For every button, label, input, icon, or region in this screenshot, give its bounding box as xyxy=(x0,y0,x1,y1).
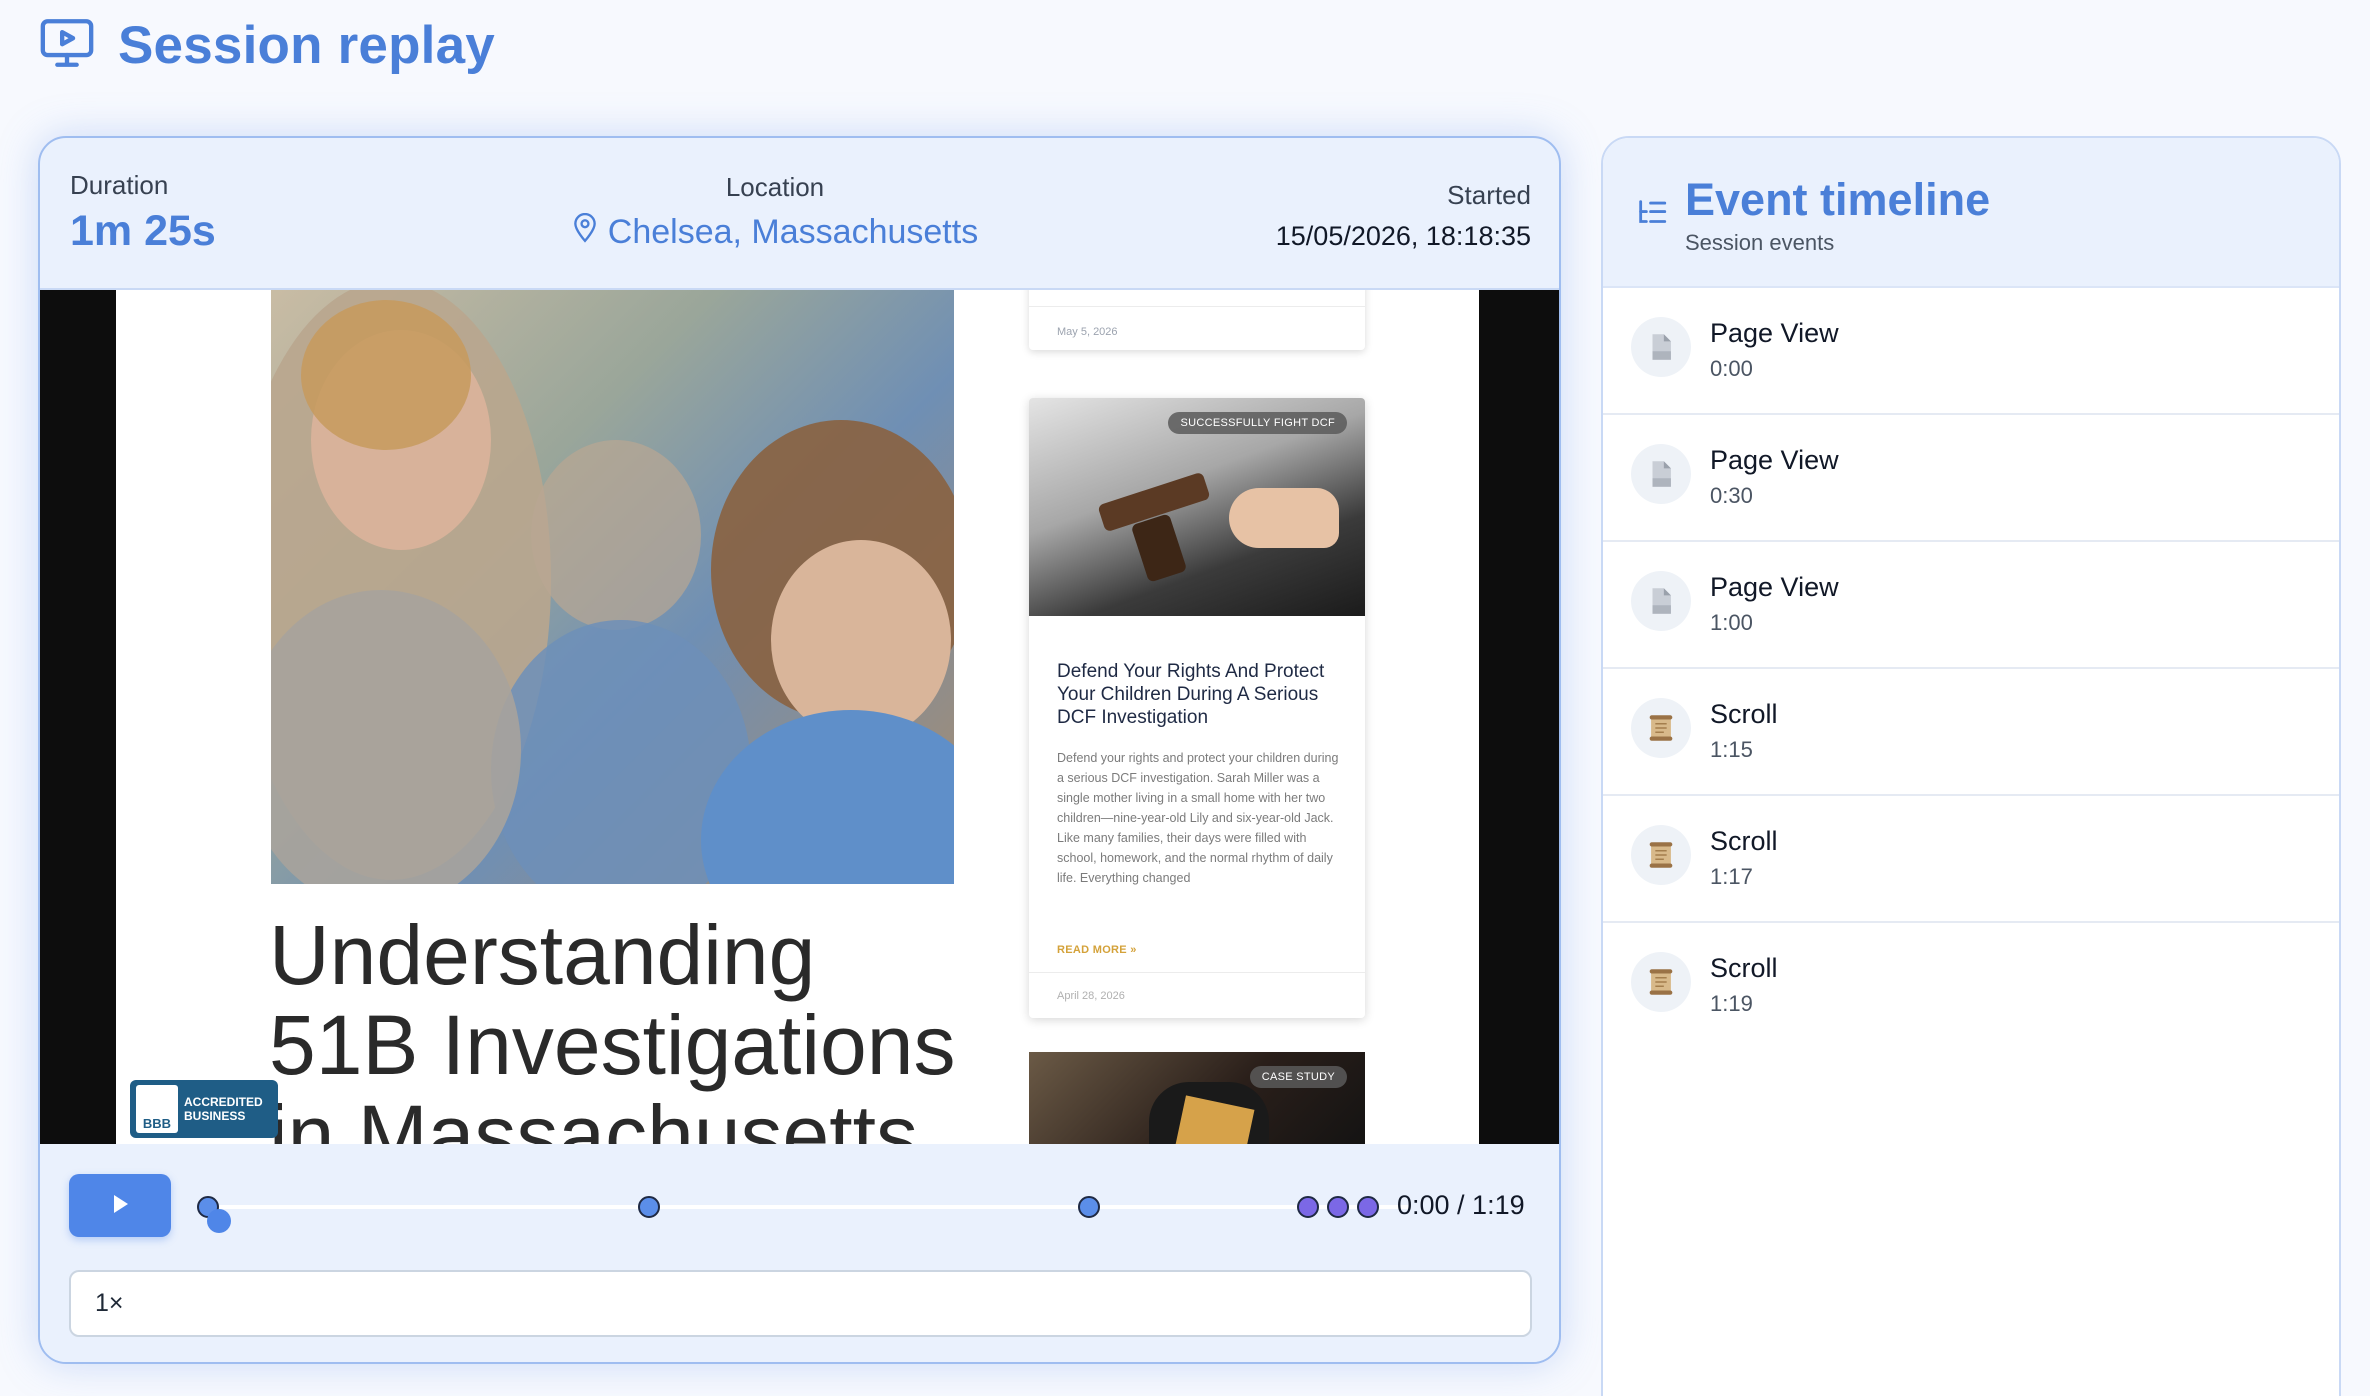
event-time: 1:17 xyxy=(1710,864,1753,889)
page-title: Session replay xyxy=(118,16,495,75)
replay-viewport[interactable]: May 5, 2026 SUCCESSFULLY FIGHT DCF Defen… xyxy=(40,290,1559,1144)
article-image: SUCCESSFULLY FIGHT DCF xyxy=(1029,398,1365,616)
play-icon xyxy=(108,1192,132,1219)
event-type: Scroll xyxy=(1710,826,1778,856)
location-label: Location xyxy=(725,172,825,202)
location-value: Chelsea, Massachusetts xyxy=(607,213,979,251)
event-timeline-subtitle: Session events xyxy=(1685,230,1835,255)
scroll-icon xyxy=(1631,698,1691,758)
case-study-tag: CASE STUDY xyxy=(1249,1066,1347,1088)
player-card: Duration 1m 25s Location Chelsea, Massac… xyxy=(38,136,1561,1364)
page-icon xyxy=(1631,444,1691,504)
started-label: Started xyxy=(1447,180,1531,210)
event-time: 1:00 xyxy=(1710,610,1753,635)
list-tree-icon xyxy=(1635,196,1669,230)
event-timeline-panel: Event timeline Session events Page View 0… xyxy=(1601,136,2341,1396)
hero-photo xyxy=(271,290,954,884)
article-card: SUCCESSFULLY FIGHT DCF Defend Your Right… xyxy=(1029,398,1365,1018)
article-date: May 5, 2026 xyxy=(1057,326,1118,338)
event-type: Scroll xyxy=(1710,699,1778,729)
event-type: Page View xyxy=(1710,318,1839,348)
article-heading: Understanding 51B Investigations in Mass… xyxy=(269,908,956,1144)
playhead[interactable] xyxy=(207,1209,231,1233)
duration-label: Duration xyxy=(70,170,169,200)
article-date: April 28, 2026 xyxy=(1057,990,1125,1002)
location-value-row: Chelsea, Massachusetts xyxy=(550,212,1000,252)
event-marker[interactable] xyxy=(637,1196,660,1218)
article-excerpt: Defend your rights and protect your chil… xyxy=(1057,751,1339,885)
started-block: Started 15/05/2026, 18:18:35 xyxy=(1276,180,1531,252)
event-list: Page View 0:00 Page View 0:30 Page View 1:00 S… xyxy=(1603,288,2339,1050)
event-row[interactable]: Scroll 1:15 xyxy=(1603,669,2339,796)
read-more-link: READ MORE » xyxy=(1057,944,1137,956)
case-study-card: CASE STUDY xyxy=(1029,1052,1365,1144)
page-header: Session replay xyxy=(38,14,495,77)
play-button[interactable] xyxy=(69,1174,171,1237)
timeline-scrubber[interactable] xyxy=(197,1196,1409,1233)
map-pin-icon xyxy=(572,212,598,252)
event-row[interactable]: Page View 0:30 xyxy=(1603,415,2339,542)
playback-speed-select[interactable]: 1× xyxy=(69,1270,1532,1337)
bbb-logo: BBB xyxy=(136,1085,178,1133)
event-marker[interactable] xyxy=(1078,1196,1100,1218)
event-marker[interactable] xyxy=(1357,1196,1379,1218)
event-time: 1:15 xyxy=(1710,737,1753,762)
time-readout: 0:00 / 1:19 xyxy=(1397,1190,1525,1220)
event-row[interactable]: Scroll 1:17 xyxy=(1603,796,2339,923)
page-icon xyxy=(1631,571,1691,631)
session-meta: Duration 1m 25s Location Chelsea, Massac… xyxy=(40,138,1559,290)
event-time: 1:19 xyxy=(1710,991,1753,1016)
duration-value: 1m 25s xyxy=(70,207,216,255)
monitor-play-icon xyxy=(38,14,96,77)
scroll-icon xyxy=(1631,825,1691,885)
event-marker[interactable] xyxy=(1297,1196,1319,1218)
event-type: Scroll xyxy=(1710,953,1778,983)
location-block: Location Chelsea, Massachusetts xyxy=(550,172,1000,252)
event-row[interactable]: Page View 1:00 xyxy=(1603,542,2339,669)
started-value: 15/05/2026, 18:18:35 xyxy=(1275,221,1531,251)
duration-block: Duration 1m 25s xyxy=(70,170,216,256)
article-card-previous: May 5, 2026 xyxy=(1029,290,1365,350)
event-type: Page View xyxy=(1710,445,1839,475)
article-title: Defend Your Rights And Protect Your Chil… xyxy=(1057,661,1325,728)
event-marker[interactable] xyxy=(1327,1196,1349,1218)
bbb-accredited-badge: BBB ACCREDITED BUSINESS xyxy=(130,1080,278,1138)
event-time: 0:30 xyxy=(1710,483,1753,508)
event-time: 0:00 xyxy=(1710,356,1753,381)
article-tag: SUCCESSFULLY FIGHT DCF xyxy=(1168,412,1347,434)
bbb-text: ACCREDITED BUSINESS xyxy=(184,1095,263,1123)
player-controls: 0:00 / 1:19 1× xyxy=(40,1144,1559,1362)
replayed-website: May 5, 2026 SUCCESSFULLY FIGHT DCF Defen… xyxy=(116,290,1479,1144)
event-timeline-header: Event timeline Session events xyxy=(1603,138,2339,288)
page-icon xyxy=(1631,317,1691,377)
event-type: Page View xyxy=(1710,572,1839,602)
scroll-icon xyxy=(1631,952,1691,1012)
event-row[interactable]: Scroll 1:19 xyxy=(1603,923,2339,1050)
event-timeline-title: Event timeline xyxy=(1685,174,1991,225)
event-row[interactable]: Page View 0:00 xyxy=(1603,288,2339,415)
